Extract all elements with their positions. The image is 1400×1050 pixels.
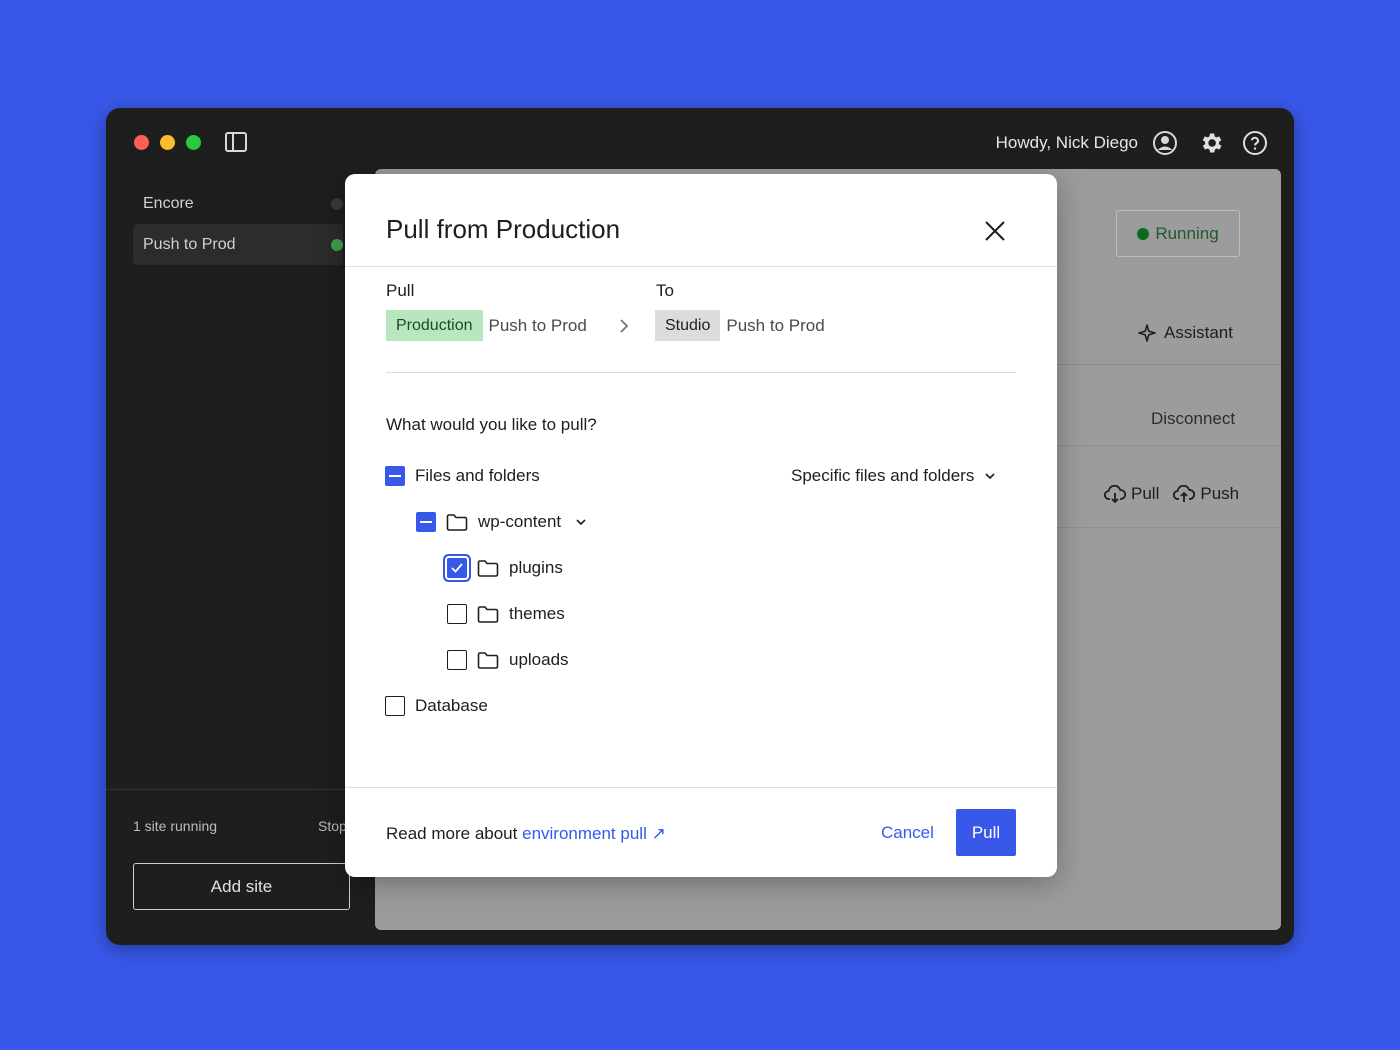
tree-item-plugins: plugins <box>447 556 563 580</box>
assistant-label: Assistant <box>1164 323 1233 342</box>
running-dot <box>1137 227 1150 240</box>
plugins-checkbox[interactable] <box>447 558 467 578</box>
sites-running-count: 1 site running <box>133 818 218 834</box>
read-more-text: Read more about environment pull ↗ <box>386 824 666 844</box>
divider <box>1055 364 1281 365</box>
minimize-window-button[interactable] <box>160 135 175 150</box>
folder-icon <box>477 652 499 669</box>
studio-tag: Studio <box>655 310 721 341</box>
chevron-right-icon <box>620 319 629 333</box>
uploads-label: uploads <box>509 650 569 669</box>
avatar-icon[interactable] <box>1152 130 1178 156</box>
site-status-dot <box>331 239 343 251</box>
files-and-folders-label: Files and folders <box>415 466 540 485</box>
divider <box>345 266 1057 267</box>
production-tag: Production <box>386 310 483 341</box>
pull-to-label: To <box>656 281 674 300</box>
pull-action[interactable]: Pull <box>1104 484 1159 504</box>
close-icon[interactable] <box>981 217 1009 245</box>
cancel-button[interactable]: Cancel <box>873 809 942 856</box>
scope-select-value: Specific files and folders <box>791 466 975 485</box>
plugins-label: plugins <box>509 558 563 577</box>
assistant-tab[interactable]: Assistant <box>1138 323 1233 343</box>
database-label: Database <box>415 696 488 715</box>
disconnect-button[interactable]: Disconnect <box>1151 409 1235 429</box>
wp-content-label: wp-content <box>478 512 562 531</box>
themes-checkbox[interactable] <box>447 604 467 624</box>
tree-item-themes: themes <box>447 602 565 626</box>
pull-button[interactable]: Pull <box>956 809 1016 856</box>
target-environment: Studio Push to Prod <box>655 310 825 341</box>
divider <box>386 372 1016 373</box>
maximize-window-button[interactable] <box>186 135 201 150</box>
push-label: Push <box>1200 484 1240 503</box>
sync-actions: Pull Push <box>1104 484 1239 504</box>
minus-icon <box>389 475 401 477</box>
cloud-upload-icon <box>1173 485 1196 502</box>
gear-icon[interactable] <box>1198 130 1224 156</box>
wp-content-checkbox[interactable] <box>416 512 436 532</box>
status-label: Running <box>1155 223 1219 243</box>
divider <box>1055 445 1281 446</box>
tree-item-uploads: uploads <box>447 648 569 672</box>
files-and-folders-row: Files and folders <box>385 464 540 488</box>
site-name: Push to Prod <box>143 235 236 253</box>
user-greeting: Howdy, Nick Diego <box>995 133 1138 152</box>
folder-icon <box>477 606 499 623</box>
sidebar-toggle-icon[interactable] <box>225 132 247 152</box>
divider <box>1055 527 1281 528</box>
source-site-name: Push to Prod <box>488 315 587 335</box>
push-action[interactable]: Push <box>1173 484 1239 504</box>
sparkle-icon <box>1138 324 1156 342</box>
pull-question: What would you like to pull? <box>386 415 597 434</box>
chevron-down-icon <box>985 473 995 480</box>
folder-icon <box>477 560 499 577</box>
checkmark-icon <box>451 563 463 573</box>
pull-label: Pull <box>1131 484 1160 503</box>
database-checkbox[interactable] <box>385 696 405 716</box>
files-and-folders-checkbox[interactable] <box>385 466 405 486</box>
sidebar-site-encore[interactable]: Encore <box>133 183 343 224</box>
source-environment: Production Push to Prod <box>386 310 587 341</box>
database-row: Database <box>385 694 488 718</box>
pull-modal: Pull from Production Pull To Production … <box>345 174 1057 877</box>
minus-icon <box>420 521 432 523</box>
sidebar-site-push-to-prod[interactable]: Push to Prod <box>133 224 343 265</box>
target-site-name: Push to Prod <box>726 315 825 335</box>
modal-title: Pull from Production <box>386 214 621 244</box>
stop-all-button[interactable]: Stop <box>318 818 347 834</box>
divider <box>345 787 1057 788</box>
site-name: Encore <box>143 194 194 212</box>
topbar-user-area: Howdy, Nick Diego <box>996 129 1268 157</box>
themes-label: themes <box>509 604 565 623</box>
close-window-button[interactable] <box>134 135 149 150</box>
status-badge[interactable]: Running <box>1116 210 1240 257</box>
tree-root-row: wp-content <box>416 510 587 534</box>
environment-pull-link[interactable]: environment pull ↗ <box>522 824 666 843</box>
scope-select[interactable]: Specific files and folders <box>791 466 996 486</box>
read-more-prefix: Read more about <box>386 824 518 843</box>
pull-from-label: Pull <box>386 281 415 300</box>
chevron-down-icon[interactable] <box>575 518 587 526</box>
cloud-download-icon <box>1104 485 1126 503</box>
help-icon[interactable] <box>1242 130 1268 156</box>
site-status-dot <box>331 198 343 210</box>
sidebar-divider <box>106 789 376 790</box>
uploads-checkbox[interactable] <box>447 650 467 670</box>
folder-icon <box>446 514 468 531</box>
add-site-button[interactable]: Add site <box>133 863 350 910</box>
